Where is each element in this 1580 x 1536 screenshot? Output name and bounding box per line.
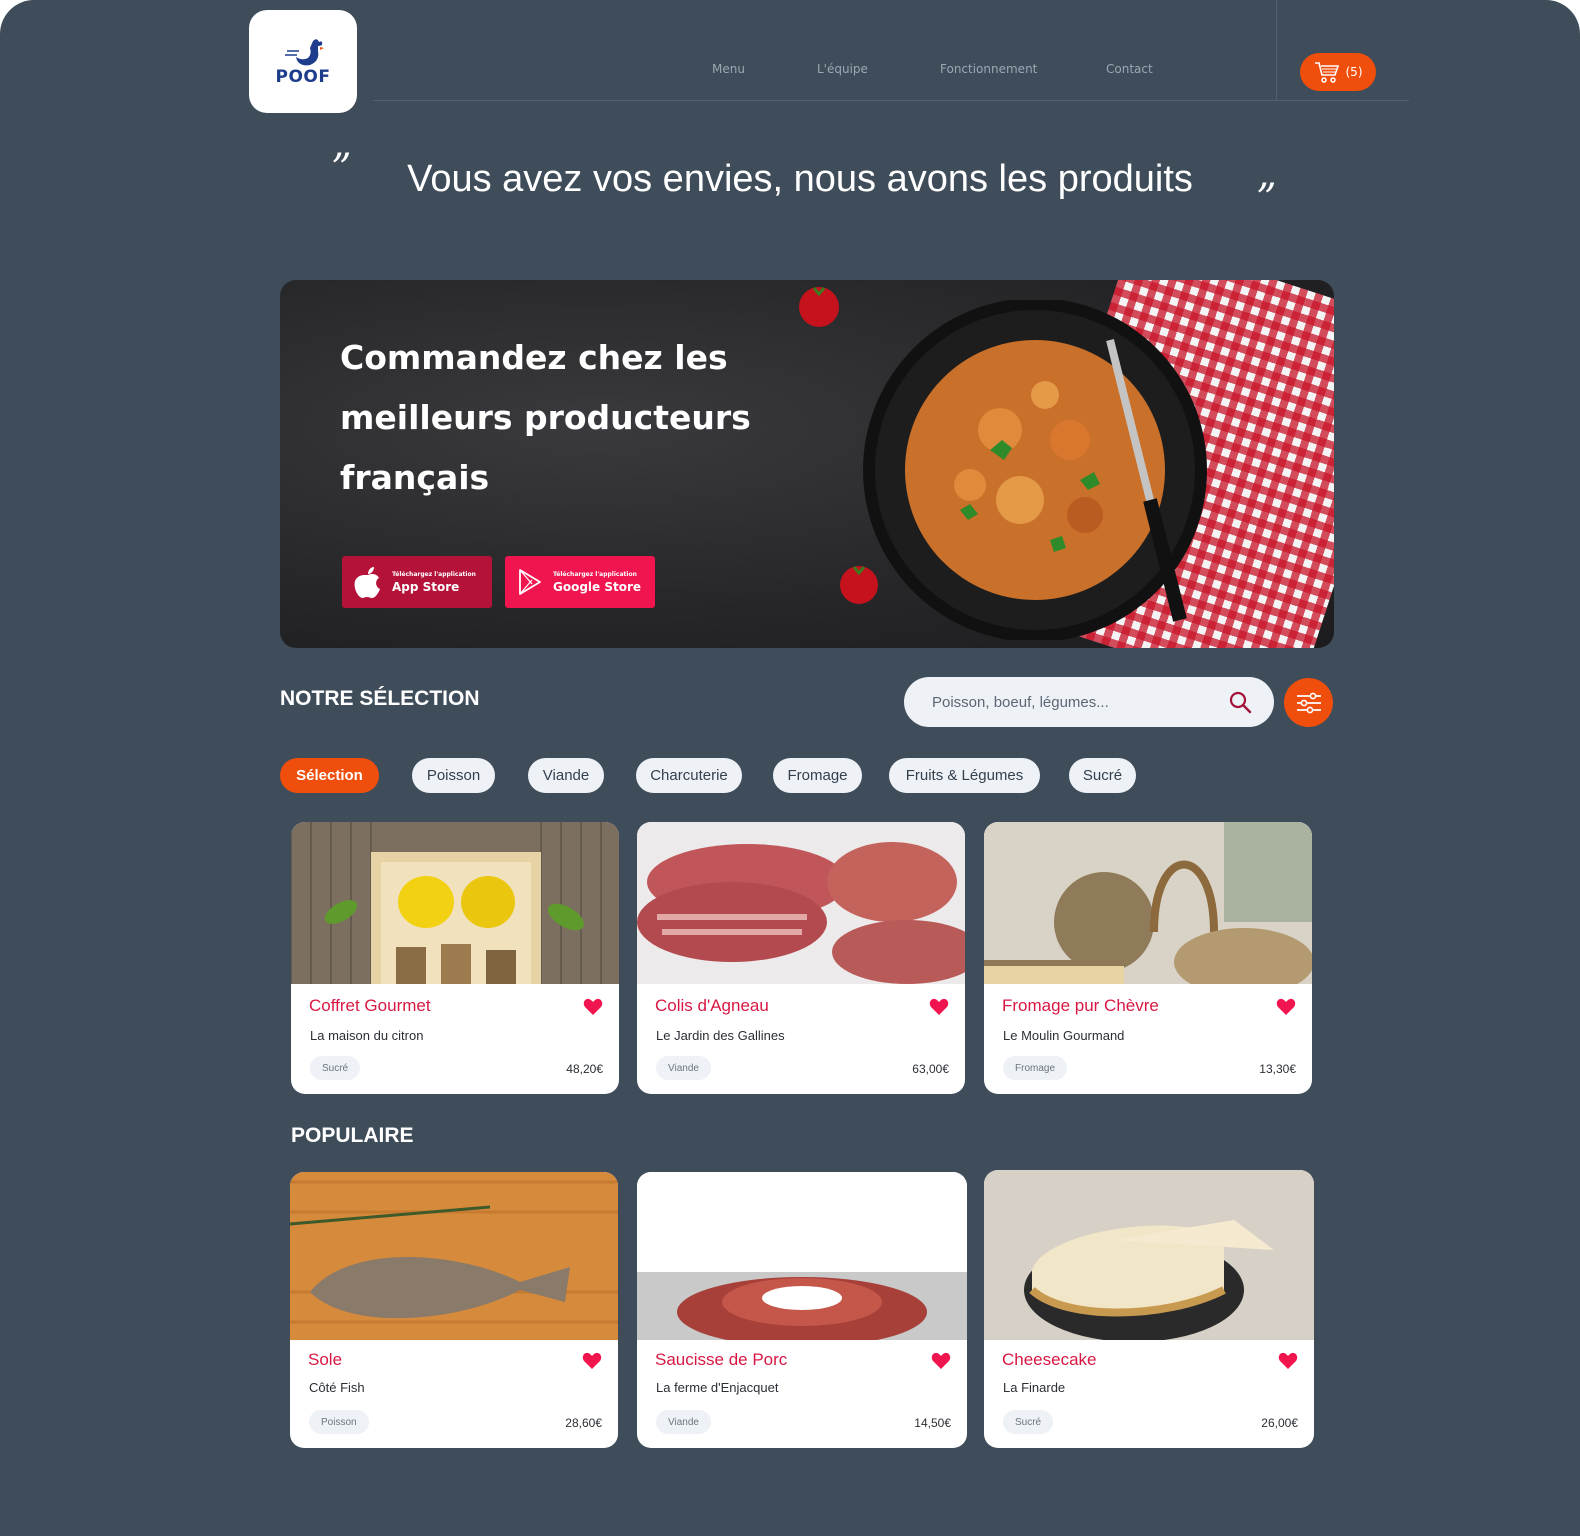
product-name: Sole bbox=[308, 1350, 343, 1369]
search-input[interactable] bbox=[932, 693, 1222, 711]
heart-icon[interactable] bbox=[1276, 998, 1296, 1016]
nav-item-menu[interactable]: Menu bbox=[712, 62, 745, 76]
product-price: 48,20€ bbox=[566, 1062, 603, 1076]
product-name: Colis d'Agneau bbox=[655, 996, 769, 1015]
product-image bbox=[984, 1170, 1314, 1340]
product-name: Coffret Gourmet bbox=[309, 996, 431, 1015]
category-chip-sucre[interactable]: Sucré bbox=[1069, 758, 1136, 793]
filter-button[interactable] bbox=[1284, 678, 1333, 727]
hero-banner: Commandez chez les meilleurs producteurs… bbox=[280, 280, 1334, 648]
cart-button[interactable]: (5) bbox=[1300, 53, 1376, 91]
heart-icon[interactable] bbox=[929, 998, 949, 1016]
popular-title: POPULAIRE bbox=[291, 1124, 414, 1147]
tomato-image bbox=[799, 287, 839, 327]
product-price: 14,50€ bbox=[914, 1416, 951, 1430]
product-card[interactable]: Sole Côté Fish Poisson 28,60€ bbox=[290, 1172, 618, 1448]
product-image bbox=[291, 822, 619, 984]
product-image bbox=[290, 1172, 618, 1340]
product-image bbox=[984, 822, 1312, 984]
search-icon[interactable] bbox=[1228, 690, 1252, 714]
product-price: 63,00€ bbox=[912, 1062, 949, 1076]
category-chip-charcuterie[interactable]: Charcuterie bbox=[636, 758, 742, 793]
app-store-label: App Store bbox=[392, 579, 460, 594]
pasta-bowl-image bbox=[863, 300, 1207, 640]
shopping-cart-icon bbox=[1314, 62, 1339, 83]
google-store-button[interactable]: Téléchargez l'application Google Store bbox=[505, 556, 655, 608]
product-tag: Poisson bbox=[309, 1410, 369, 1434]
product-producer: La ferme d'Enjacquet bbox=[656, 1380, 779, 1395]
quote-close: ” bbox=[1256, 176, 1277, 222]
product-card[interactable]: Cheesecake La Finarde Sucré 26,00€ bbox=[984, 1170, 1314, 1448]
nav-divider bbox=[373, 100, 1409, 101]
product-card[interactable]: Coffret Gourmet La maison du citron Sucr… bbox=[291, 822, 619, 1094]
google-store-label: Google Store bbox=[553, 579, 642, 594]
category-chip-viande[interactable]: Viande bbox=[528, 758, 604, 793]
page-tagline: Vous avez vos envies, nous avons les pro… bbox=[407, 158, 1193, 200]
selection-title: NOTRE SÉLECTION bbox=[280, 687, 480, 710]
product-tag: Viande bbox=[656, 1056, 711, 1080]
product-price: 28,60€ bbox=[565, 1416, 602, 1430]
product-producer: La maison du citron bbox=[310, 1028, 424, 1043]
product-tag: Sucré bbox=[1003, 1410, 1054, 1434]
heart-icon[interactable] bbox=[582, 1352, 602, 1370]
product-image bbox=[637, 822, 965, 984]
heart-icon[interactable] bbox=[583, 998, 603, 1016]
product-image bbox=[637, 1172, 967, 1340]
product-name: Saucisse de Porc bbox=[655, 1350, 788, 1369]
google-store-caption: Téléchargez l'application bbox=[553, 570, 637, 578]
nav-item-equipe[interactable]: L'équipe bbox=[817, 62, 868, 76]
app-store-button[interactable]: Téléchargez l'application App Store bbox=[342, 556, 492, 608]
product-tag: Fromage bbox=[1003, 1056, 1068, 1080]
category-chip-fruits-legumes[interactable]: Fruits & Légumes bbox=[889, 758, 1040, 793]
quote-open: ” bbox=[331, 146, 352, 192]
tomato-image bbox=[840, 566, 878, 604]
cart-count: (5) bbox=[1345, 65, 1363, 79]
nav-item-contact[interactable]: Contact bbox=[1106, 62, 1153, 76]
heart-icon[interactable] bbox=[1278, 1352, 1298, 1370]
category-chip-poisson[interactable]: Poisson bbox=[412, 758, 495, 793]
app-store-caption: Téléchargez l'application bbox=[392, 570, 476, 578]
app-frame: POOF Menu L'équipe Fonctionnement Contac… bbox=[0, 0, 1580, 1536]
product-price: 26,00€ bbox=[1261, 1416, 1298, 1430]
product-tag: Sucré bbox=[310, 1056, 361, 1080]
search-bar bbox=[904, 677, 1274, 727]
category-chip-selection[interactable]: Sélection bbox=[280, 758, 379, 793]
heart-icon[interactable] bbox=[931, 1352, 951, 1370]
product-card[interactable]: Fromage pur Chèvre Le Moulin Gourmand Fr… bbox=[984, 822, 1312, 1094]
product-name: Cheesecake bbox=[1002, 1350, 1097, 1369]
product-producer: Le Moulin Gourmand bbox=[1003, 1028, 1125, 1043]
product-tag: Viande bbox=[656, 1410, 711, 1434]
product-card[interactable]: Saucisse de Porc La ferme d'Enjacquet Vi… bbox=[637, 1172, 967, 1448]
product-name: Fromage pur Chèvre bbox=[1002, 996, 1159, 1015]
nav-item-fonctionnement[interactable]: Fonctionnement bbox=[940, 62, 1037, 76]
apple-icon bbox=[354, 567, 380, 598]
nav-divider-vertical bbox=[1276, 0, 1277, 100]
product-producer: La Finarde bbox=[1003, 1380, 1066, 1395]
product-price: 13,30€ bbox=[1259, 1062, 1296, 1076]
banner-title: Commandez chez les meilleurs producteurs… bbox=[340, 338, 751, 497]
sliders-icon bbox=[1296, 692, 1321, 713]
category-chip-fromage[interactable]: Fromage bbox=[773, 758, 862, 793]
product-producer: Le Jardin des Gallines bbox=[656, 1028, 785, 1043]
google-play-icon bbox=[519, 569, 541, 595]
product-card[interactable]: Colis d'Agneau Le Jardin des Gallines Vi… bbox=[637, 822, 965, 1094]
product-producer: Côté Fish bbox=[309, 1380, 365, 1395]
